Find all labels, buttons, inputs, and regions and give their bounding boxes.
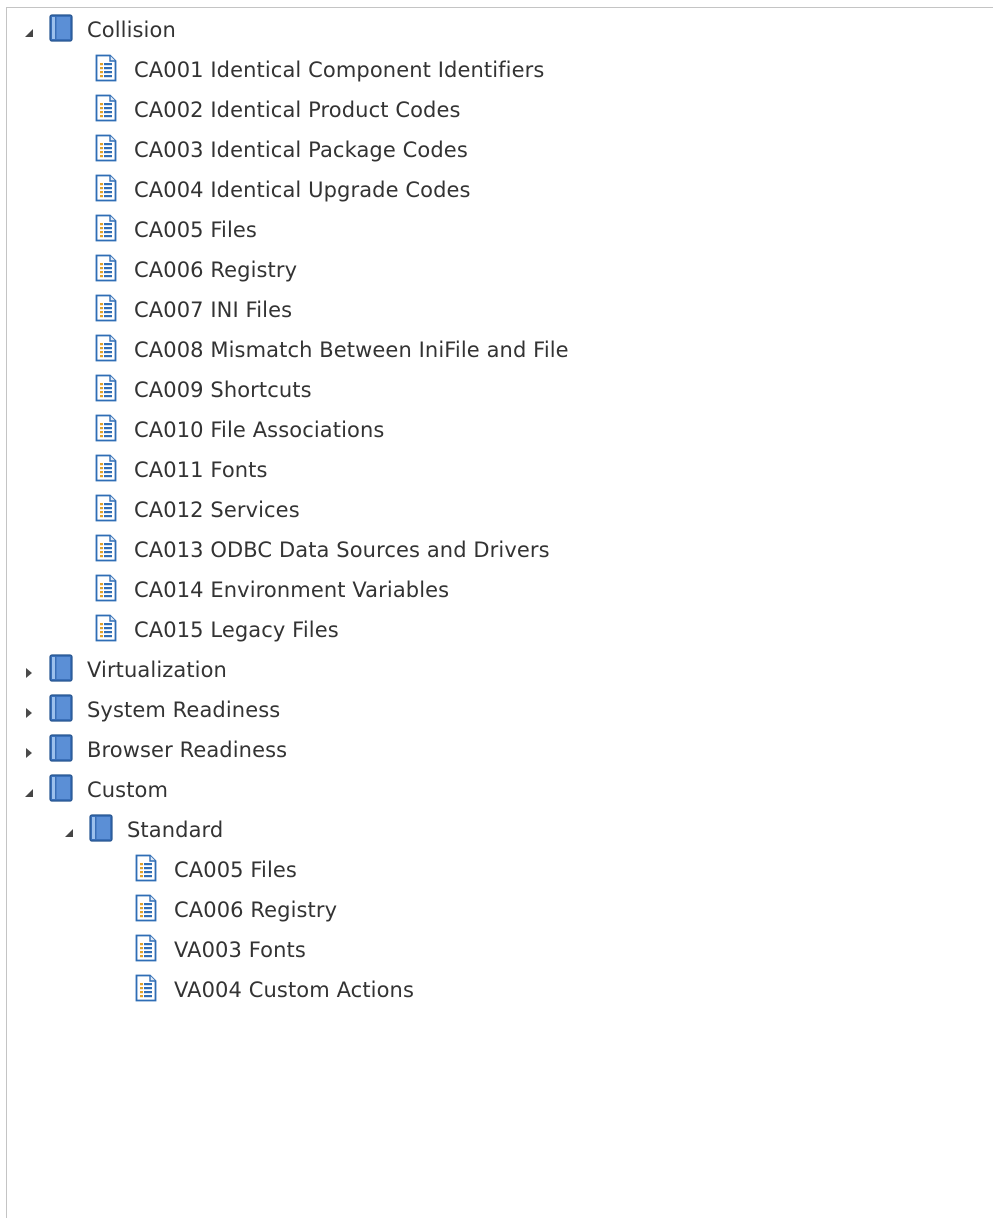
rule-document-icon [95, 134, 117, 166]
tree-node-rule[interactable]: CA015 Legacy Files [95, 610, 339, 650]
tree-node-label: CA004 Identical Upgrade Codes [134, 178, 471, 202]
tree-node-rule[interactable]: CA009 Shortcuts [95, 370, 312, 410]
tree-node-rule[interactable]: CA001 Identical Component Identifiers [95, 50, 544, 90]
tree-node-browser-readiness[interactable]: Browser Readiness [23, 730, 287, 770]
book-folder-icon [49, 694, 73, 726]
tree-node-rule[interactable]: CA014 Environment Variables [95, 570, 449, 610]
rule-document-icon [95, 534, 117, 566]
tree-node-label: CA006 Registry [174, 898, 338, 922]
rule-document-icon [95, 94, 117, 126]
rule-document-icon [135, 934, 157, 966]
tree-node-rule[interactable]: CA006 Registry [135, 890, 337, 930]
book-folder-icon [49, 774, 73, 806]
tree-node-rule[interactable]: CA008 Mismatch Between IniFile and File [95, 330, 569, 370]
tree-node-label: CA002 Identical Product Codes [134, 98, 461, 122]
tree-node-label: CA011 Fonts [134, 458, 268, 482]
tree-node-custom[interactable]: Custom [23, 770, 168, 810]
tree-node-standard[interactable]: Standard [63, 810, 223, 850]
tree-node-label: CA012 Services [134, 498, 300, 522]
tree-node-label: CA003 Identical Package Codes [134, 138, 468, 162]
rule-document-icon [95, 214, 117, 246]
collapsed-arrow-icon[interactable] [23, 744, 35, 758]
tree-node-label: System Readiness [87, 698, 281, 722]
tree-node-rule[interactable]: VA004 Custom Actions [135, 970, 414, 1010]
rule-document-icon [135, 854, 157, 886]
tree-view-panel[interactable]: Collision CA001 Identical Component Ident… [6, 7, 993, 1218]
tree-node-rule[interactable]: CA012 Services [95, 490, 300, 530]
tree-node-label: CA005 Files [174, 858, 297, 882]
tree-node-label: CA007 INI Files [134, 298, 293, 322]
rule-document-icon [135, 974, 157, 1006]
expanded-arrow-icon[interactable] [63, 824, 75, 837]
tree-node-rule[interactable]: CA002 Identical Product Codes [95, 90, 461, 130]
tree-node-label: CA015 Legacy Files [134, 618, 339, 642]
tree-node-label: CA010 File Associations [134, 418, 385, 442]
tree-node-label: Collision [87, 18, 176, 42]
rule-document-icon [95, 334, 117, 366]
tree-node-label: Custom [87, 778, 169, 802]
tree-node-rule[interactable]: VA003 Fonts [135, 930, 306, 970]
tree-node-label: VA003 Fonts [174, 938, 306, 962]
tree-node-label: CA001 Identical Component Identifiers [134, 58, 545, 82]
rule-document-icon [95, 254, 117, 286]
rule-document-icon [95, 614, 117, 646]
tree-node-label: CA005 Files [134, 218, 257, 242]
rule-document-icon [135, 894, 157, 926]
tree-node-virtualization[interactable]: Virtualization [23, 650, 227, 690]
expanded-arrow-icon[interactable] [23, 24, 35, 37]
book-folder-icon [89, 814, 113, 846]
expanded-arrow-icon[interactable] [23, 784, 35, 797]
rule-document-icon [95, 54, 117, 86]
tree-node-label: Standard [127, 818, 224, 842]
rule-document-icon [95, 294, 117, 326]
tree-node-rule[interactable]: CA011 Fonts [95, 450, 268, 490]
tree-node-rule[interactable]: CA003 Identical Package Codes [95, 130, 468, 170]
book-folder-icon [49, 734, 73, 766]
tree-node-label: CA009 Shortcuts [134, 378, 312, 402]
tree-node-label: CA008 Mismatch Between IniFile and File [134, 338, 569, 362]
tree-node-label: CA006 Registry [134, 258, 298, 282]
tree-node-label: CA013 ODBC Data Sources and Drivers [134, 538, 550, 562]
tree-node-rule[interactable]: CA005 Files [135, 850, 297, 890]
tree-node-label: CA014 Environment Variables [134, 578, 450, 602]
rule-document-icon [95, 574, 117, 606]
rule-document-icon [95, 494, 117, 526]
rule-document-icon [95, 414, 117, 446]
tree-node-label: Virtualization [87, 658, 227, 682]
tree-node-rule[interactable]: CA010 File Associations [95, 410, 384, 450]
collapsed-arrow-icon[interactable] [23, 664, 35, 678]
tree-node-rule[interactable]: CA005 Files [95, 210, 257, 250]
book-folder-icon [49, 654, 73, 686]
rule-document-icon [95, 174, 117, 206]
rule-document-icon [95, 454, 117, 486]
collapsed-arrow-icon[interactable] [23, 704, 35, 718]
tree-node-system-readiness[interactable]: System Readiness [23, 690, 280, 730]
tree-node-rule[interactable]: CA013 ODBC Data Sources and Drivers [95, 530, 550, 570]
book-folder-icon [49, 14, 73, 46]
tree-node-label: Browser Readiness [87, 738, 288, 762]
tree-node-label: VA004 Custom Actions [174, 978, 414, 1002]
tree-node-rule[interactable]: CA004 Identical Upgrade Codes [95, 170, 471, 210]
rule-document-icon [95, 374, 117, 406]
tree-node-rule[interactable]: CA007 INI Files [95, 290, 292, 330]
tree-node-collision[interactable]: Collision [23, 10, 176, 50]
tree-node-rule[interactable]: CA006 Registry [95, 250, 297, 290]
